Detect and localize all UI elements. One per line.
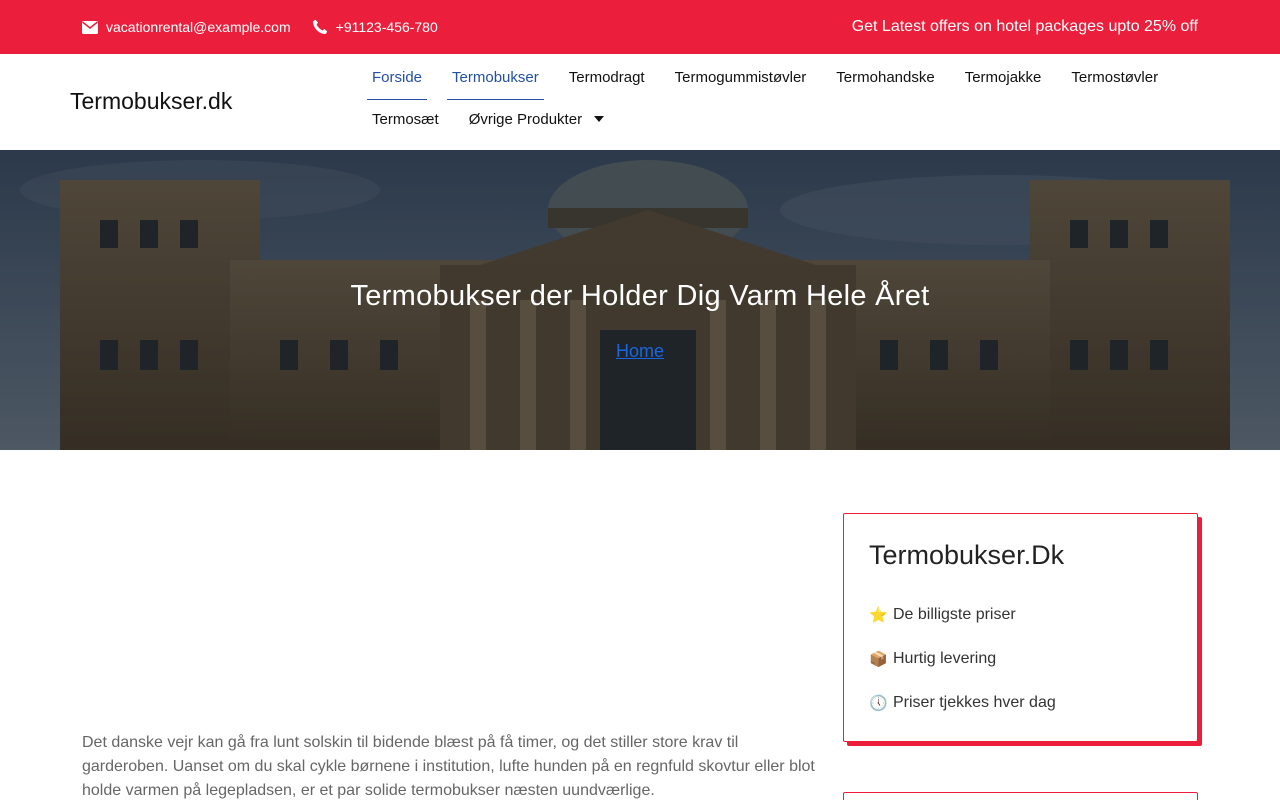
benefit-label: Hurtig levering [893, 650, 997, 667]
benefit-label: De billigste priser [893, 606, 1016, 623]
sidebar-benefits-card: Termobukser.Dk ⭐ De billigste priser 📦 H… [843, 513, 1198, 742]
top-bar: vacationrental@example.com +91123-456-78… [0, 0, 1280, 54]
benefit-label: Priser tjekkes hver dag [893, 694, 1056, 711]
phone-icon [312, 19, 327, 34]
star-icon: ⭐ [869, 606, 888, 624]
nav-item-termostovler[interactable]: Termostøvler [1066, 54, 1163, 100]
nav-item-ovrige-label: Øvrige Produkter [468, 110, 583, 128]
nav-item-termobukser[interactable]: Termobukser [447, 54, 544, 100]
nav-item-termohandske[interactable]: Termohandske [831, 54, 939, 100]
email-text: vacationrental@example.com [106, 19, 291, 35]
list-item: 📦 Hurtig levering [869, 650, 1056, 694]
nav-item-termodragt[interactable]: Termodragt [564, 54, 650, 100]
phone-text: +91123-456-780 [335, 19, 438, 35]
list-item: 🕔 Priser tjekkes hver dag [869, 694, 1056, 738]
hero-banner: Termobukser der Holder Dig Varm Hele Åre… [0, 150, 1280, 450]
sidebar-heading: Termobukser.Dk [869, 540, 1065, 570]
nav-item-forside[interactable]: Forside [367, 54, 428, 100]
breadcrumb: Home [0, 341, 1280, 362]
caret-down-icon [594, 116, 605, 122]
main-navigation: Forside Termobukser Termodragt Termogumm… [367, 54, 1167, 141]
envelope-icon [82, 20, 98, 34]
nav-item-termojakke[interactable]: Termojakke [960, 54, 1047, 100]
hero-title: Termobukser der Holder Dig Varm Hele Åre… [350, 280, 930, 312]
nav-item-ovrige-produkter[interactable]: Øvrige Produkter [464, 97, 609, 141]
breadcrumb-home-link[interactable]: Home [616, 341, 664, 361]
clock-icon: 🕔 [869, 694, 888, 712]
nav-item-termogummistovler[interactable]: Termogummistøvler [670, 54, 812, 100]
package-icon: 📦 [869, 650, 888, 668]
nav-item-termosaet[interactable]: Termosæt [367, 97, 444, 141]
email-contact[interactable]: vacationrental@example.com [82, 19, 291, 35]
benefits-list: ⭐ De billigste priser 📦 Hurtig levering … [869, 606, 1056, 738]
site-header: Termobukser.dk Forside Termobukser Termo… [0, 54, 1280, 150]
site-logo-text[interactable]: Termobukser.dk [70, 88, 232, 115]
sidebar-second-card [843, 792, 1198, 800]
phone-contact[interactable]: +91123-456-780 [312, 19, 438, 35]
list-item: ⭐ De billigste priser [869, 606, 1056, 650]
offer-text: Get Latest offers on hotel packages upto… [851, 18, 1198, 35]
contact-info: vacationrental@example.com +91123-456-78… [82, 0, 459, 54]
article-intro: Det danske vejr kan gå fra lunt solskin … [82, 734, 815, 799]
